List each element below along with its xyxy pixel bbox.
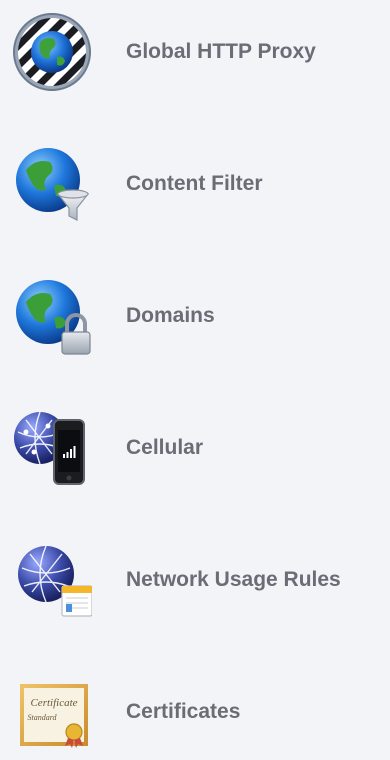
- item-label: Global HTTP Proxy: [126, 40, 316, 63]
- globe-proxy-icon: [12, 12, 92, 92]
- item-label: Content Filter: [126, 172, 263, 195]
- certificate-line1: Certificate: [30, 697, 77, 709]
- certificate-icon: Certificate Standard: [12, 672, 92, 752]
- list-item-certificates[interactable]: Certificate Standard Certificates: [0, 664, 390, 760]
- item-label: Network Usage Rules: [126, 568, 341, 591]
- item-label: Cellular: [126, 436, 204, 459]
- list-item-network-usage-rules[interactable]: Network Usage Rules: [0, 532, 390, 628]
- list-item-domains[interactable]: Domains: [0, 268, 390, 364]
- item-label: Certificates: [126, 700, 241, 723]
- item-label: Domains: [126, 304, 215, 327]
- list-item-cellular[interactable]: Cellular: [0, 400, 390, 496]
- settings-list: Global HTTP Proxy Content Filter Domains…: [0, 0, 390, 748]
- certificate-line2: Standard: [27, 713, 57, 722]
- list-item-global-http-proxy[interactable]: Global HTTP Proxy: [0, 4, 390, 100]
- list-item-content-filter[interactable]: Content Filter: [0, 136, 390, 232]
- network-usage-icon: [12, 540, 92, 620]
- cellular-phone-icon: [12, 408, 92, 488]
- globe-lock-icon: [12, 276, 92, 356]
- globe-filter-icon: [12, 144, 92, 224]
